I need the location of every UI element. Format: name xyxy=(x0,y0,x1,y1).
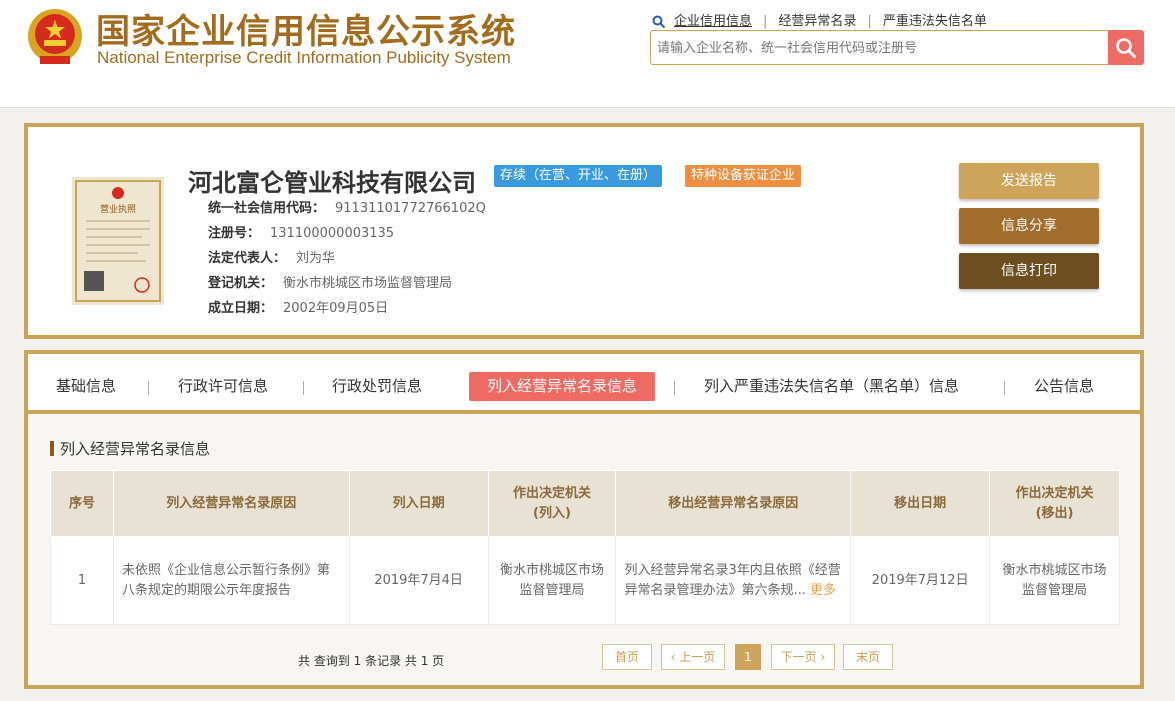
pager-prev-button[interactable]: ‹ 上一页 xyxy=(661,644,725,670)
pager-last-button[interactable]: 末页 xyxy=(843,644,893,670)
site-header: 国家企业信用信息公示系统 National Enterprise Credit … xyxy=(0,0,1175,108)
info-label: 法定代表人： xyxy=(208,251,287,266)
send-report-button[interactable]: 发送报告 xyxy=(959,163,1099,199)
pager-page-1[interactable]: 1 xyxy=(735,644,761,670)
section-title: 列入经营异常名录信息 xyxy=(50,438,210,459)
info-legal-rep: 法定代表人： 刘为华 xyxy=(208,247,335,266)
col-header-authority-out: 作出决定机关 (移出) xyxy=(989,470,1120,537)
tab-blacklist[interactable]: 列入严重违法失信名单（黑名单）信息 xyxy=(704,372,959,401)
info-panel: 基础信息 行政许可信息 行政处罚信息 列入经营异常名录信息 列入严重违法失信名单… xyxy=(24,350,1144,689)
pager-next-button[interactable]: 下一页 › xyxy=(771,644,835,670)
tab-admin-license[interactable]: 行政许可信息 xyxy=(178,372,268,401)
site-title-cn: 国家企业信用信息公示系统 xyxy=(96,12,516,52)
link-abnormal-list[interactable]: 经营异常名录 xyxy=(778,14,856,29)
col-header-authority-in: 作出决定机关 (列入) xyxy=(487,470,617,537)
header-line: (列入) xyxy=(533,505,571,521)
tab-separator xyxy=(674,381,675,395)
chevron-left-icon: ‹ xyxy=(670,650,680,664)
tab-announcements[interactable]: 公告信息 xyxy=(1034,372,1094,401)
tab-separator xyxy=(1004,381,1005,395)
reason-out-text: 列入经营异常名录3年内且依照《经营异常名录管理办法》第六条规... xyxy=(624,562,841,598)
top-links: 企业信用信息 | 经营异常名录 | 严重违法失信名单 xyxy=(652,10,987,29)
info-reg-no: 注册号： 131100000003135 xyxy=(208,222,394,241)
info-value: 刘为华 xyxy=(296,251,336,266)
national-emblem-icon xyxy=(28,9,82,64)
status-badge: 存续（在营、开业、在册） xyxy=(494,165,663,187)
section-title-text: 列入经营异常名录信息 xyxy=(60,440,211,458)
search-button[interactable] xyxy=(1108,30,1144,65)
link-blacklist[interactable]: 严重违法失信名单 xyxy=(883,14,987,29)
abnormal-list-table: 序号 列入经营异常名录原因 列入日期 作出决定机关 (列入) 移出经营异常名录原因… xyxy=(50,470,1120,625)
info-label: 登记机关： xyxy=(208,276,274,291)
cell-authority-in: 衡水市桃城区市场监督管理局 xyxy=(487,536,617,625)
more-link[interactable]: 更多 xyxy=(810,583,836,598)
info-value: 2002年09月05日 xyxy=(283,301,389,316)
link-separator: | xyxy=(867,14,872,29)
license-title: 营业执照 xyxy=(100,203,136,215)
info-value: 131100000003135 xyxy=(270,226,395,241)
info-label: 统一社会信用代码： xyxy=(208,201,326,216)
info-established: 成立日期： 2002年09月05日 xyxy=(208,297,388,316)
business-license-icon: 营业执照 xyxy=(72,177,164,305)
tab-admin-penalty[interactable]: 行政处罚信息 xyxy=(332,372,422,401)
info-credit-code: 统一社会信用代码： 91131101772766102Q xyxy=(208,197,486,216)
special-equipment-badge: 特种设备获证企业 xyxy=(685,165,802,187)
tab-basic-info[interactable]: 基础信息 xyxy=(56,372,116,401)
cell-reason-out: 列入经营异常名录3年内且依照《经营异常名录管理办法》第六条规... 更多 xyxy=(615,536,852,625)
pager-summary: 共 查询到 1 条记录 共 1 页 xyxy=(298,654,445,668)
table-row: 1 未依照《企业信息公示暂行条例》第八条规定的期限公示年度报告 2019年7月4… xyxy=(50,536,1120,625)
cell-date-in: 2019年7月4日 xyxy=(348,536,489,625)
pager-first-button[interactable]: 首页 xyxy=(602,644,652,670)
tab-separator xyxy=(303,381,304,395)
info-authority: 登记机关： 衡水市桃城区市场监督管理局 xyxy=(208,272,452,291)
company-card: 营业执照 河北富仑管业科技有限公司 存续（在营、开业、在册） 特种设备获证企业 … xyxy=(24,123,1144,339)
pager-next-label: 下一页 xyxy=(780,650,817,664)
search-input[interactable] xyxy=(657,37,1097,59)
col-header-reason-in: 列入经营异常名录原因 xyxy=(112,470,350,537)
chevron-right-icon: › xyxy=(816,650,826,664)
col-header-reason-out: 移出经营异常名录原因 xyxy=(615,470,852,537)
magnifier-icon xyxy=(1116,37,1136,58)
info-value: 衡水市桃城区市场监督管理局 xyxy=(283,276,453,291)
company-name: 河北富仑管业科技有限公司 xyxy=(188,169,476,197)
col-header-date-in: 列入日期 xyxy=(348,470,489,537)
tab-separator xyxy=(148,381,149,395)
print-info-button[interactable]: 信息打印 xyxy=(959,253,1099,289)
cell-authority-out: 衡水市桃城区市场监督管理局 xyxy=(989,536,1120,625)
header-line: 作出决定机关 xyxy=(1015,485,1094,501)
col-header-date-out: 移出日期 xyxy=(850,470,991,537)
search-box xyxy=(650,30,1144,65)
tab-abnormal-list[interactable]: 列入经营异常名录信息 xyxy=(469,372,656,401)
info-label: 成立日期： xyxy=(208,301,274,316)
header-line: 作出决定机关 xyxy=(512,485,591,501)
info-label: 注册号： xyxy=(208,226,261,241)
link-separator: | xyxy=(763,14,768,29)
tab-bar: 基础信息 行政许可信息 行政处罚信息 列入经营异常名录信息 列入严重违法失信名单… xyxy=(28,354,1140,414)
section-marker xyxy=(50,441,54,456)
table-header-row: 序号 列入经营异常名录原因 列入日期 作出决定机关 (列入) 移出经营异常名录原因… xyxy=(50,470,1120,537)
link-enterprise-credit[interactable]: 企业信用信息 xyxy=(674,14,752,29)
cell-reason-in: 未依照《企业信息公示暂行条例》第八条规定的期限公示年度报告 xyxy=(112,536,350,625)
header-line: (移出) xyxy=(1035,505,1074,521)
pager-prev-label: 上一页 xyxy=(679,650,716,664)
cell-no: 1 xyxy=(50,536,114,625)
search-small-icon xyxy=(652,15,666,28)
cell-date-out: 2019年7月12日 xyxy=(850,536,991,625)
site-title-en: National Enterprise Credit Information P… xyxy=(97,48,511,67)
col-header-no: 序号 xyxy=(50,470,114,537)
share-info-button[interactable]: 信息分享 xyxy=(959,208,1099,244)
info-value: 91131101772766102Q xyxy=(335,201,486,216)
